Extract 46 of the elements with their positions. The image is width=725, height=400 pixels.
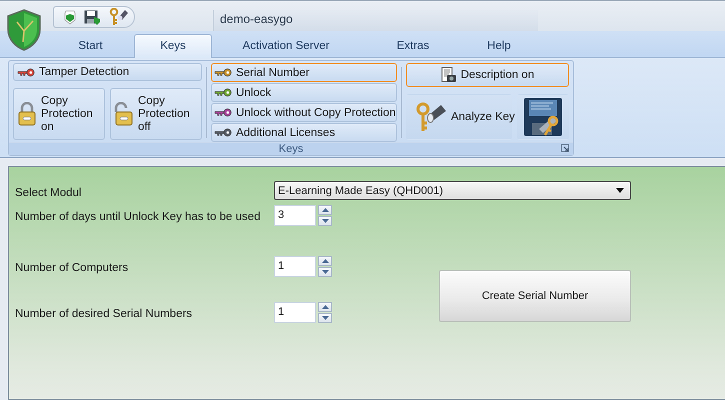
tamper-detection-button[interactable]: Tamper Detection <box>13 63 202 81</box>
dialog-launcher-icon[interactable] <box>561 144 569 152</box>
spin-down-button[interactable] <box>318 267 332 277</box>
number-field[interactable]: 3 <box>274 205 316 226</box>
module-dropdown[interactable]: E-Learning Made Easy (QHD001) <box>274 181 631 200</box>
key-button[interactable]: Unlock without Copy Protection <box>210 103 397 122</box>
down-arrow-icon <box>322 219 328 223</box>
document-title: demo-easygo <box>213 10 538 31</box>
field-label: Select Modul <box>15 187 82 199</box>
field-label: Number of desired Serial Numbers <box>15 308 194 320</box>
down-arrow-icon <box>322 316 328 320</box>
field-label: Number of days until Unlock Key has to be used <box>15 211 262 223</box>
dropdown-arrow-icon <box>616 188 624 193</box>
ribbon-tab[interactable]: Keys <box>134 34 212 58</box>
spin-up-button[interactable] <box>318 256 332 266</box>
shield-icon[interactable] <box>64 10 76 24</box>
copy-protection-button[interactable]: Copy Protection on <box>13 88 105 140</box>
group-label: Keys <box>278 143 304 155</box>
spin-up-button[interactable] <box>318 302 332 312</box>
create-serial-number-button[interactable]: Create Serial Number <box>439 270 631 322</box>
number-field[interactable]: 1 <box>274 302 316 323</box>
ribbon-tab[interactable]: Extras <box>360 35 466 57</box>
ribbon-tab[interactable]: Activation Server <box>212 35 360 57</box>
up-arrow-icon <box>322 259 328 263</box>
field-label: Number of Computers <box>15 262 130 274</box>
padlock-open-icon <box>114 102 134 126</box>
up-arrow-icon <box>322 305 328 309</box>
padlock-closed-icon <box>17 102 37 126</box>
down-arrow-icon <box>322 270 328 274</box>
key-button[interactable]: Serial Number <box>210 63 397 82</box>
ribbon-tab[interactable]: Help <box>466 35 532 57</box>
save-icon[interactable] <box>84 10 101 24</box>
spin-up-button[interactable] <box>318 205 332 215</box>
copy-protection-button[interactable]: Copy Protection off <box>110 88 202 140</box>
key-flashlight-icon <box>414 101 447 133</box>
spin-down-button[interactable] <box>318 313 332 323</box>
description-button[interactable]: Description on <box>406 63 569 87</box>
floppy-key-icon <box>522 97 563 137</box>
up-arrow-icon <box>322 208 328 212</box>
key-button[interactable]: Unlock <box>210 83 397 102</box>
number-field[interactable]: 1 <box>274 256 316 277</box>
key-search-icon[interactable] <box>109 8 129 26</box>
spin-down-button[interactable] <box>318 216 332 226</box>
document-camera-icon <box>440 67 457 83</box>
key-button[interactable]: Additional Licenses <box>210 123 397 142</box>
ribbon-tab[interactable]: Start <box>47 35 134 57</box>
